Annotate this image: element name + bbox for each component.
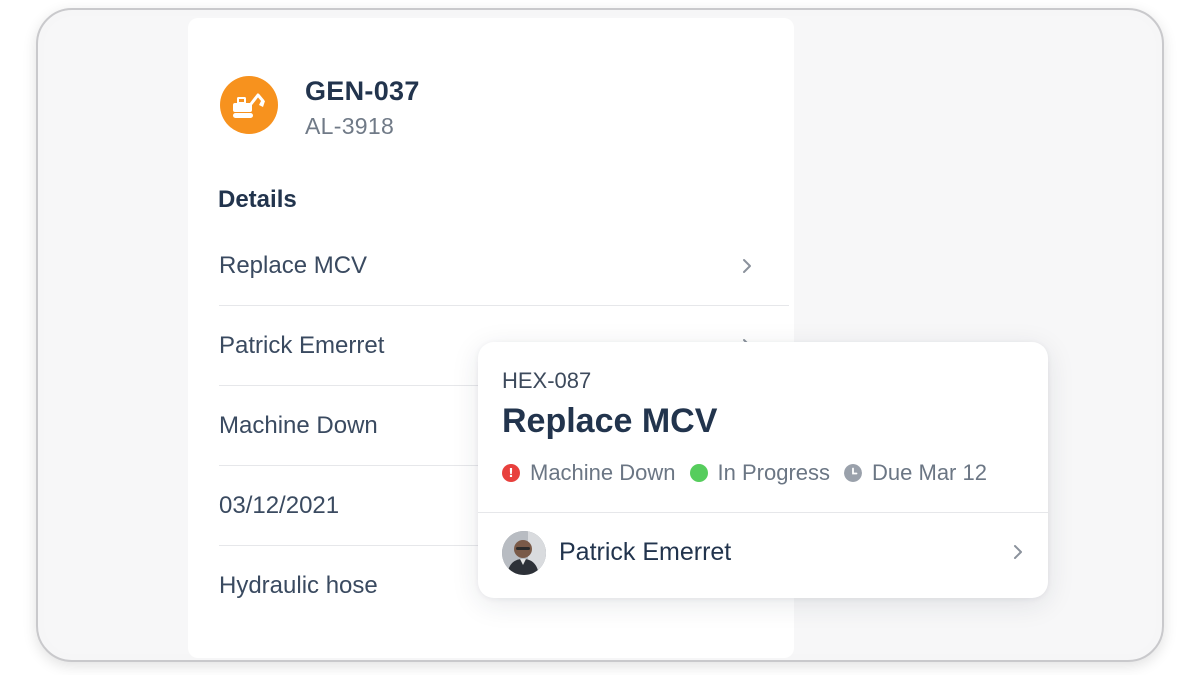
work-order-title: Replace MCV — [502, 402, 718, 440]
detail-row-label: Patrick Emerret — [219, 332, 385, 359]
detail-row-label: Machine Down — [219, 412, 378, 439]
detail-row-label: Replace MCV — [219, 252, 368, 279]
detail-row-task[interactable]: Replace MCV — [219, 226, 789, 306]
clock-icon — [844, 464, 863, 482]
work-order-id: HEX-087 — [502, 368, 592, 393]
asset-title: GEN-037 — [305, 76, 420, 106]
status-due: Due Mar 12 — [844, 460, 987, 486]
avatar — [502, 531, 546, 575]
status-due-label: Due Mar 12 — [872, 460, 987, 485]
status-priority-label: Machine Down — [530, 460, 676, 485]
status-line: Machine Down In Progress Due Mar 12 — [502, 458, 987, 488]
chevron-right-icon — [743, 259, 751, 273]
chevron-right-icon — [1014, 545, 1022, 559]
work-order-card[interactable]: HEX-087 Replace MCV Machine Down In Prog… — [478, 342, 1048, 598]
detail-row-label: Hydraulic hose — [219, 572, 378, 599]
status-progress: In Progress — [689, 460, 831, 486]
details-heading: Details — [218, 186, 297, 213]
alert-icon — [502, 464, 520, 482]
assignee-name: Patrick Emerret — [559, 538, 732, 566]
status-progress-label: In Progress — [717, 460, 831, 485]
device-frame: GEN-037 AL-3918 Details Replace MCV Patr… — [36, 8, 1164, 662]
assignee-row[interactable]: Patrick Emerret — [478, 513, 1048, 598]
excavator-icon — [220, 76, 278, 134]
asset-subtitle: AL-3918 — [305, 113, 395, 139]
status-dot-icon — [689, 464, 708, 482]
status-priority: Machine Down — [502, 460, 676, 486]
detail-row-label: 03/12/2021 — [219, 492, 340, 519]
